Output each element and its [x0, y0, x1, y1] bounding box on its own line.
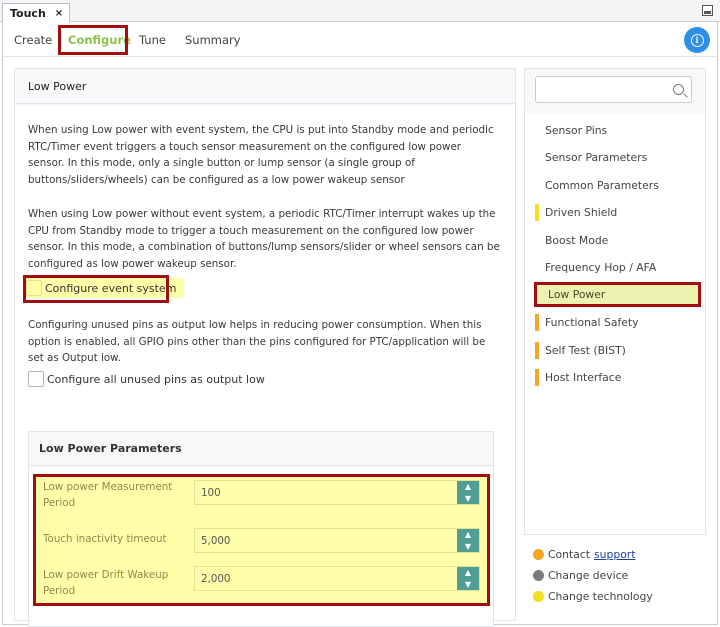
annotation-box-event-system	[23, 275, 169, 303]
annotation-box-configure	[58, 25, 128, 55]
measurement-period-stepper[interactable]: ▲ ▼	[457, 481, 479, 504]
chevron-up-icon[interactable]: ▲	[465, 530, 471, 539]
drift-wakeup-period-input[interactable]: 2,000 ▲ ▼	[194, 566, 480, 591]
status-marker	[535, 177, 539, 194]
sidebar-item-self-test[interactable]: Self Test (BIST)	[525, 337, 705, 364]
nav-summary[interactable]: Summary	[185, 33, 241, 47]
inactivity-timeout-input[interactable]: 5,000 ▲ ▼	[194, 528, 480, 553]
legend-label: Contact	[548, 548, 591, 561]
touch-configurator: Create Configure Tune Summary i Low Powe…	[2, 22, 718, 627]
grey-dot-icon	[533, 570, 544, 581]
status-marker	[535, 232, 539, 249]
configure-unused-pins-checkbox[interactable]: Configure all unused pins as output low	[28, 370, 265, 388]
low-power-parameters-panel: Low Power Parameters Low power Measureme…	[28, 431, 494, 627]
event-system-description: When using Low power with event system, …	[28, 124, 494, 186]
section-sidebar: Sensor Pins Sensor Parameters Common Par…	[524, 68, 706, 535]
sidebar-item-label: Boost Mode	[545, 234, 609, 247]
search-input[interactable]	[535, 76, 692, 103]
sidebar-item-label: Self Test (BIST)	[545, 344, 626, 357]
sidebar-item-label: Functional Safety	[545, 316, 639, 329]
low-power-panel: Low Power When using Low power with even…	[14, 68, 516, 627]
section-list: Sensor Pins Sensor Parameters Common Par…	[525, 114, 705, 534]
measurement-period-label: Low power Measurement Period	[43, 481, 173, 509]
status-marker	[535, 204, 539, 221]
chevron-down-icon[interactable]: ▼	[465, 542, 471, 551]
document-tab-label: Touch	[10, 6, 46, 20]
status-marker	[535, 149, 539, 166]
sidebar-item-common-parameters[interactable]: Common Parameters	[525, 172, 705, 199]
chevron-up-icon[interactable]: ▲	[465, 482, 471, 491]
status-marker	[535, 259, 539, 276]
input-value: 100	[201, 486, 221, 499]
sidebar-item-label: Sensor Parameters	[545, 151, 648, 164]
status-marker	[535, 314, 539, 331]
legend-label: Change technology	[548, 590, 653, 603]
parameters-body: Low power Measurement Period 100 ▲ ▼ Tou…	[29, 467, 493, 626]
info-button[interactable]: i	[684, 27, 710, 53]
sidebar-item-label: Low Power	[548, 288, 606, 301]
drift-wakeup-period-stepper[interactable]: ▲ ▼	[457, 567, 479, 590]
inactivity-timeout-label: Touch inactivity timeout	[43, 533, 167, 545]
panel-title: Low Power	[15, 69, 515, 104]
sidebar-item-sensor-pins[interactable]: Sensor Pins	[525, 117, 705, 144]
nav-tune[interactable]: Tune	[139, 33, 166, 47]
window-tab-bar: Touch ×	[0, 0, 720, 22]
search-icon[interactable]	[673, 84, 684, 95]
unused-pins-description: Configuring unused pins as output low he…	[28, 319, 486, 364]
status-marker	[535, 369, 539, 386]
info-icon: i	[690, 33, 704, 47]
sidebar-item-label: Frequency Hop / AFA	[545, 261, 657, 274]
sidebar-item-boost-mode[interactable]: Boost Mode	[525, 227, 705, 254]
no-event-system-description: When using Low power without event syste…	[28, 208, 500, 270]
panel-body: When using Low power with event system, …	[15, 105, 515, 627]
close-icon[interactable]: ×	[55, 8, 63, 19]
input-value: 5,000	[201, 534, 231, 547]
sidebar-item-functional-safety[interactable]: Functional Safety	[525, 309, 705, 336]
inactivity-timeout-stepper[interactable]: ▲ ▼	[457, 529, 479, 552]
legend-change-technology: Change technology	[533, 590, 653, 603]
yellow-dot-icon	[533, 591, 544, 602]
legend-label: Change device	[548, 569, 629, 582]
sidebar-item-label: Sensor Pins	[545, 124, 608, 137]
sidebar-item-frequency-hop[interactable]: Frequency Hop / AFA	[525, 254, 705, 281]
minimize-icon[interactable]	[702, 5, 713, 16]
sidebar-item-driven-shield[interactable]: Driven Shield	[525, 199, 705, 226]
nav-create[interactable]: Create	[14, 33, 52, 47]
input-value: 2,000	[201, 572, 231, 585]
chevron-up-icon[interactable]: ▲	[465, 568, 471, 577]
legend-contact-support: Contact support	[533, 548, 635, 561]
sidebar-item-label: Host Interface	[545, 371, 622, 384]
chevron-down-icon[interactable]: ▼	[465, 580, 471, 589]
status-marker	[535, 122, 539, 139]
sidebar-item-low-power[interactable]: Low Power	[534, 282, 701, 307]
measurement-period-input[interactable]: 100 ▲ ▼	[194, 480, 480, 505]
sidebar-item-host-interface[interactable]: Host Interface	[525, 364, 705, 391]
orange-dot-icon	[533, 549, 544, 560]
checkbox-box[interactable]	[28, 371, 44, 387]
annotation-box-parameters: Low power Measurement Period 100 ▲ ▼ Tou…	[33, 474, 490, 606]
drift-wakeup-period-label: Low power Drift Wakeup Period	[43, 569, 169, 597]
document-tab-touch[interactable]: Touch ×	[2, 3, 71, 22]
sidebar-item-label: Driven Shield	[545, 206, 618, 219]
legend-change-device: Change device	[533, 569, 628, 582]
parameters-title: Low Power Parameters	[29, 432, 493, 466]
checkbox-label: Configure all unused pins as output low	[47, 372, 265, 386]
status-marker	[535, 342, 539, 359]
support-link[interactable]: support	[594, 548, 635, 561]
sidebar-item-label: Common Parameters	[545, 179, 659, 192]
sidebar-item-sensor-parameters[interactable]: Sensor Parameters	[525, 144, 705, 171]
chevron-down-icon[interactable]: ▼	[465, 494, 471, 503]
top-nav: Create Configure Tune Summary i	[3, 22, 717, 57]
